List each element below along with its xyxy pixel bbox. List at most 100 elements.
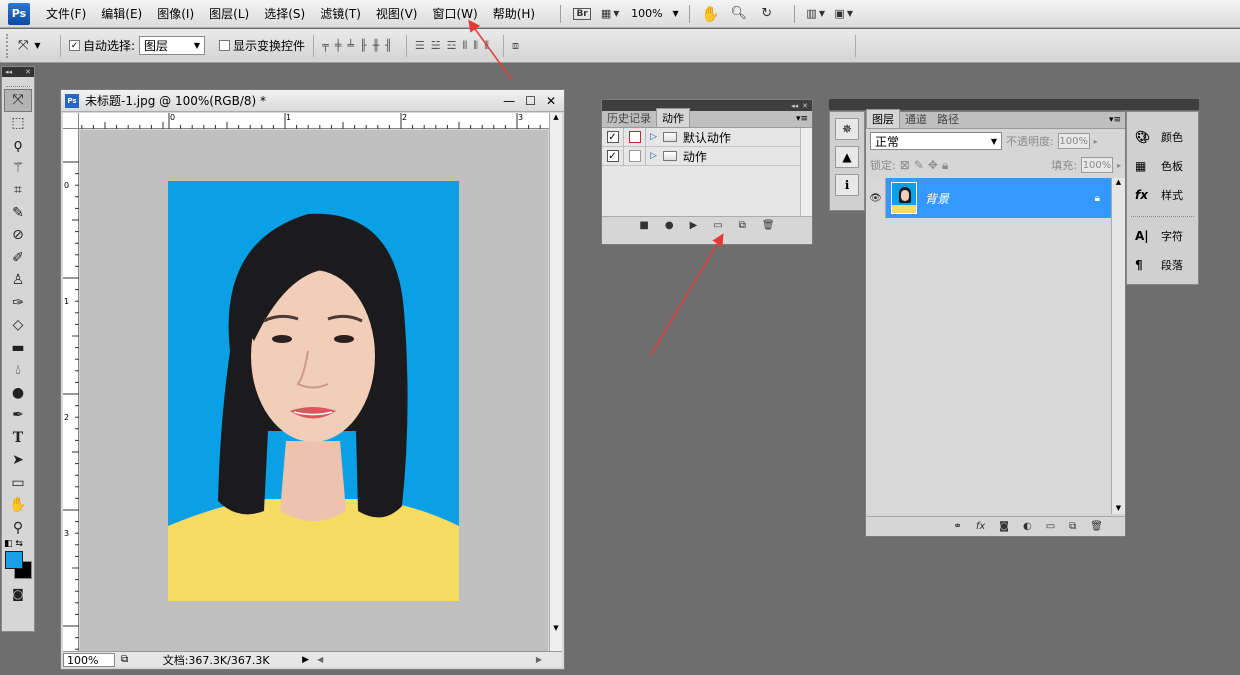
- lock-pixels-icon[interactable]: ✎: [914, 158, 924, 172]
- tab-layers[interactable]: 图层: [866, 109, 900, 128]
- layer-name[interactable]: 背景: [925, 190, 949, 207]
- zoom-field[interactable]: 100%: [63, 652, 115, 667]
- zoom-level[interactable]: 100%: [631, 7, 662, 20]
- lock-all-icon[interactable]: 🔒︎: [942, 158, 948, 173]
- blur-tool-icon[interactable]: 💧︎: [2, 359, 34, 382]
- layers-scrollbar[interactable]: ▲ ▼: [1111, 178, 1125, 514]
- type-tool-icon[interactable]: T: [2, 427, 34, 450]
- visibility-eye-icon[interactable]: 👁︎: [866, 178, 886, 218]
- lock-position-icon[interactable]: ✥: [928, 158, 938, 172]
- eraser-tool-icon[interactable]: ◇: [2, 314, 34, 337]
- screen-layout-icon[interactable]: ▦ ▼: [599, 5, 621, 23]
- blend-mode-dropdown[interactable]: 正常 ▼: [870, 132, 1002, 150]
- zoom-tool-icon[interactable]: 🔍︎: [728, 5, 750, 23]
- tool-preset-picker[interactable]: ⤧ ▼: [18, 35, 52, 57]
- panel-menu-icon[interactable]: ▾≡: [1109, 115, 1121, 125]
- opacity-arrow-icon[interactable]: ▸: [1094, 137, 1098, 146]
- scroll-down-icon[interactable]: ▼: [1112, 504, 1125, 512]
- status-menu-arrow-icon[interactable]: ▶: [302, 655, 309, 665]
- scroll-up-icon[interactable]: ▲: [1112, 178, 1125, 186]
- list-item[interactable]: ✓ ▷ 默认动作: [602, 127, 812, 147]
- options-grip[interactable]: [6, 33, 10, 58]
- hand-tool-icon[interactable]: ✋: [2, 494, 34, 517]
- tab-actions[interactable]: 动作: [656, 108, 690, 127]
- pen-tool-icon[interactable]: ✒: [2, 404, 34, 427]
- actions-scrollbar[interactable]: [800, 128, 812, 216]
- tab-history[interactable]: 历史记录: [602, 109, 656, 127]
- menu-edit[interactable]: 编辑(E): [101, 5, 142, 22]
- layer-style-icon[interactable]: fx: [976, 521, 985, 532]
- scroll-down-icon[interactable]: ▼: [550, 624, 562, 632]
- scroll-left-icon[interactable]: ◀: [317, 655, 323, 664]
- fill-field[interactable]: 100%: [1080, 157, 1113, 173]
- stop-icon[interactable]: ■: [639, 220, 648, 231]
- delete-layer-icon[interactable]: 🗑︎: [1090, 521, 1103, 532]
- vertical-scrollbar[interactable]: ▲ ▼: [549, 113, 562, 652]
- zoom-dropdown-icon[interactable]: ▼: [673, 9, 679, 18]
- expand-triangle-icon[interactable]: ▷: [650, 151, 657, 161]
- layer-row[interactable]: 👁︎ 背景 🔒︎: [866, 178, 1112, 218]
- crop-tool-icon[interactable]: ⌗: [2, 179, 34, 202]
- fill-arrow-icon[interactable]: ▸: [1117, 161, 1121, 170]
- menu-view[interactable]: 视图(V): [376, 5, 418, 22]
- brush-tool-icon[interactable]: ✐: [2, 247, 34, 270]
- photoshop-logo[interactable]: Ps: [8, 2, 30, 25]
- zoom-tool-icon[interactable]: ⚲: [2, 517, 34, 540]
- swatches-panel-button[interactable]: ▦ 色板: [1127, 151, 1198, 180]
- scroll-up-icon[interactable]: ▲: [550, 113, 562, 121]
- histogram-icon[interactable]: ▲: [835, 146, 859, 168]
- expand-triangle-icon[interactable]: ▷: [650, 132, 657, 142]
- arrange-documents-icon[interactable]: ▥ ▼: [805, 5, 827, 23]
- align-left-icon[interactable]: ╟: [360, 39, 367, 52]
- auto-select-dropdown[interactable]: 图层 ▼: [139, 36, 206, 55]
- align-bottom-icon[interactable]: ╧: [347, 39, 354, 52]
- gradient-tool-icon[interactable]: ▬: [2, 337, 34, 360]
- hand-tool-icon[interactable]: ✋: [700, 5, 722, 23]
- scroll-right-icon[interactable]: ▶: [536, 655, 542, 664]
- lock-transparency-icon[interactable]: ⊠: [900, 158, 910, 172]
- minimize-icon[interactable]: —: [503, 94, 515, 108]
- ruler-origin[interactable]: [63, 113, 79, 129]
- new-action-icon[interactable]: ⧉: [739, 220, 746, 231]
- rotate-view-icon[interactable]: ↻: [756, 5, 778, 23]
- toolbox-grip[interactable]: [6, 79, 30, 87]
- menu-layer[interactable]: 图层(L): [209, 5, 249, 22]
- layer-thumbnail[interactable]: [891, 182, 917, 214]
- shape-tool-icon[interactable]: ▭: [2, 472, 34, 495]
- horizontal-ruler[interactable]: 0 1 2 3: [79, 113, 551, 129]
- canvas-area[interactable]: [80, 130, 548, 652]
- foreground-color[interactable]: [5, 551, 23, 569]
- tab-paths[interactable]: 路径: [932, 110, 964, 128]
- move-tool-icon[interactable]: ⤧: [4, 89, 32, 112]
- menu-image[interactable]: 图像(I): [157, 5, 194, 22]
- menu-help[interactable]: 帮助(H): [493, 5, 535, 22]
- toggle-dialog-icon[interactable]: [628, 131, 641, 143]
- bridge-button[interactable]: Br: [571, 5, 593, 23]
- align-right-icon[interactable]: ╢: [385, 39, 392, 52]
- align-top-icon[interactable]: ╤: [322, 39, 329, 52]
- distribute-hcenter-icon[interactable]: ⦀: [473, 39, 478, 53]
- list-item[interactable]: ✓ ▷ 动作: [602, 146, 812, 166]
- distribute-bottom-icon[interactable]: ☲: [447, 39, 457, 52]
- auto-align-icon[interactable]: ⧈: [512, 39, 519, 53]
- tab-channels[interactable]: 通道: [900, 110, 932, 128]
- record-icon[interactable]: ●: [665, 220, 674, 231]
- lasso-tool-icon[interactable]: ϙ: [2, 134, 34, 157]
- align-vcenter-icon[interactable]: ╪: [335, 39, 342, 52]
- color-panel-button[interactable]: 🎨︎ 颜色: [1127, 122, 1198, 151]
- align-hcenter-icon[interactable]: ╫: [373, 39, 380, 52]
- status-info-icon[interactable]: ⧉: [121, 654, 128, 665]
- toggle-dialog-icon[interactable]: [628, 150, 641, 162]
- show-transform-checkbox[interactable]: [219, 40, 231, 51]
- new-set-icon[interactable]: ▭: [713, 220, 722, 231]
- screen-mode-icon[interactable]: ▣ ▼: [833, 5, 855, 23]
- paragraph-panel-button[interactable]: ¶ 段落: [1127, 250, 1198, 279]
- opacity-field[interactable]: 100%: [1057, 133, 1090, 149]
- info-icon[interactable]: ℹ: [835, 174, 859, 196]
- clone-stamp-tool-icon[interactable]: ♙: [2, 269, 34, 292]
- styles-panel-button[interactable]: fx 样式: [1127, 180, 1198, 209]
- menu-window[interactable]: 窗口(W): [432, 5, 477, 22]
- new-group-icon[interactable]: ▭: [1046, 521, 1055, 532]
- menu-file[interactable]: 文件(F): [46, 5, 86, 22]
- marquee-tool-icon[interactable]: ⬚: [2, 112, 34, 135]
